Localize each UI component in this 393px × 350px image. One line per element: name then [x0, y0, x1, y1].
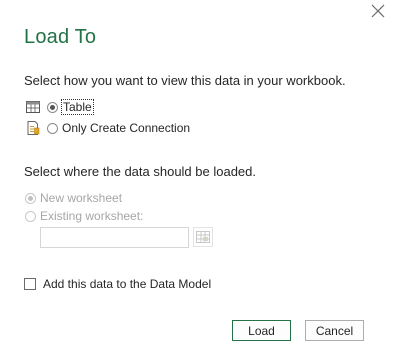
existing-worksheet-label: Existing worksheet: — [40, 209, 144, 223]
range-picker-button[interactable] — [193, 227, 213, 247]
table-icon — [26, 101, 40, 113]
table-radio[interactable] — [47, 101, 58, 113]
data-model-checkbox[interactable] — [24, 278, 36, 290]
range-picker-icon — [196, 231, 210, 243]
data-model-option[interactable]: Add this data to the Data Model — [24, 275, 211, 293]
table-option-label: Table — [61, 99, 94, 115]
location-section-label: Select where the data should be loaded. — [24, 164, 257, 179]
location-option-new-worksheet[interactable]: New worksheet — [25, 189, 122, 207]
view-option-connection[interactable]: Only Create Connection — [25, 119, 190, 137]
load-button[interactable]: Load — [232, 320, 291, 341]
new-worksheet-label: New worksheet — [40, 191, 123, 205]
view-section-label: Select how you want to view this data in… — [24, 73, 346, 88]
view-option-table[interactable]: Table — [25, 98, 94, 116]
cancel-button[interactable]: Cancel — [305, 320, 364, 341]
connection-option-label: Only Create Connection — [62, 121, 191, 135]
load-to-dialog: Load To Select how you want to view this… — [0, 0, 393, 350]
existing-worksheet-range-input[interactable] — [40, 227, 189, 248]
location-option-existing-worksheet[interactable]: Existing worksheet: — [25, 207, 143, 225]
dialog-title: Load To — [24, 26, 97, 48]
existing-worksheet-radio[interactable] — [25, 210, 36, 222]
connection-icon — [27, 121, 40, 135]
new-worksheet-radio[interactable] — [25, 192, 36, 204]
close-icon[interactable] — [369, 2, 387, 20]
data-model-label: Add this data to the Data Model — [43, 277, 212, 291]
connection-radio[interactable] — [47, 122, 58, 134]
